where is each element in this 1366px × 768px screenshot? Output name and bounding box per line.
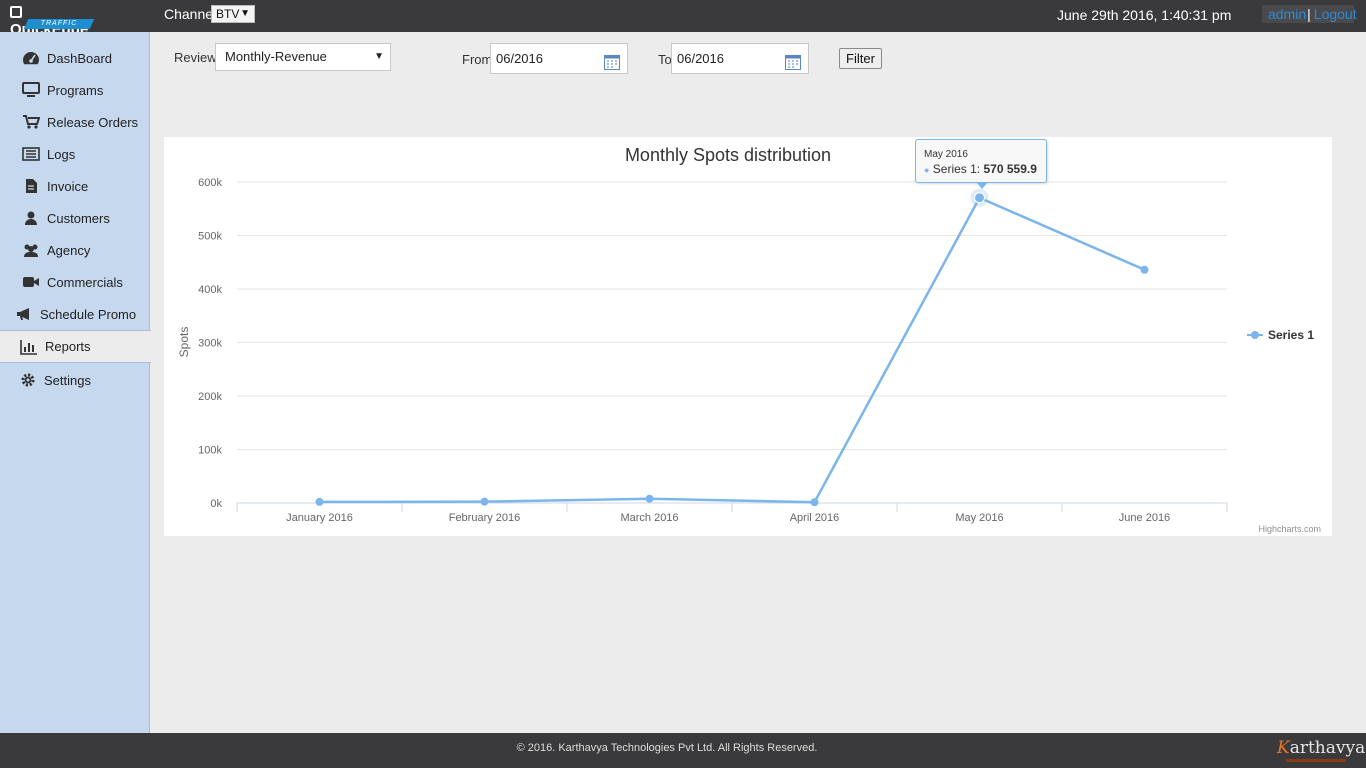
y-tick-label: 600k bbox=[198, 177, 222, 189]
user-icon bbox=[21, 210, 41, 226]
chart-title: Monthly Spots distribution bbox=[625, 145, 831, 165]
logout-link[interactable]: Logout bbox=[1314, 6, 1357, 22]
chevron-down-icon: ▼ bbox=[240, 8, 250, 19]
megaphone-icon bbox=[14, 306, 34, 322]
copyright-text: © 2016. Karthavya Technologies Pvt Ltd. … bbox=[516, 742, 818, 754]
x-tick-label: February 2016 bbox=[449, 512, 521, 524]
admin-link[interactable]: admin bbox=[1268, 6, 1306, 22]
video-camera-icon bbox=[21, 274, 41, 290]
series-line[interactable] bbox=[319, 196, 1145, 504]
x-tick-label: March 2016 bbox=[620, 512, 678, 524]
sidebar: DashBoard Programs Release Orders Logs I… bbox=[0, 32, 151, 733]
data-point[interactable] bbox=[480, 497, 489, 506]
chart-legend[interactable]: Series 1 bbox=[1247, 328, 1314, 342]
logo-subtitle: TRAFFIC bbox=[40, 20, 78, 27]
y-tick-label: 500k bbox=[198, 231, 222, 243]
y-tick-label: 400k bbox=[198, 284, 222, 296]
sidebar-item-customers[interactable]: Customers bbox=[0, 202, 150, 234]
sidebar-item-commercials[interactable]: Commercials bbox=[0, 266, 150, 298]
sidebar-item-reports[interactable]: Reports bbox=[0, 330, 151, 363]
legend-item-series-1[interactable]: Series 1 bbox=[1268, 328, 1314, 342]
sidebar-item-agency[interactable]: Agency bbox=[0, 234, 150, 266]
tooltip-value: 570 559.9 bbox=[983, 162, 1037, 176]
y-axis-label: Spots bbox=[177, 327, 191, 358]
brand-tagline-bar bbox=[1286, 759, 1346, 762]
data-point[interactable] bbox=[315, 497, 324, 506]
current-datetime: June 29th 2016, 1:40:31 pm bbox=[1057, 7, 1232, 23]
sidebar-item-logs[interactable]: Logs bbox=[0, 138, 150, 170]
logo-mark-icon bbox=[10, 6, 22, 18]
highcharts-credit[interactable]: Highcharts.com bbox=[1258, 524, 1321, 534]
data-point[interactable] bbox=[645, 494, 654, 503]
review-select[interactable]: Monthly-Revenue ▼ bbox=[215, 43, 391, 71]
tooltip-header: May 2016 bbox=[924, 149, 968, 160]
gear-icon bbox=[18, 372, 38, 388]
users-icon bbox=[21, 242, 41, 258]
from-label: From bbox=[462, 52, 493, 67]
footer: © 2016. Karthavya Technologies Pvt Ltd. … bbox=[0, 733, 1366, 768]
y-tick-label: 200k bbox=[198, 391, 222, 403]
sidebar-item-programs[interactable]: Programs bbox=[0, 74, 150, 106]
dashboard-icon bbox=[21, 50, 41, 66]
to-date-input[interactable]: 06/2016 bbox=[671, 43, 809, 74]
x-tick-label: June 2016 bbox=[1119, 512, 1170, 524]
from-date-input[interactable]: 06/2016 bbox=[490, 43, 628, 74]
filter-button[interactable]: Filter bbox=[839, 48, 882, 69]
karthavya-logo[interactable]: Karthavya bbox=[1277, 738, 1365, 758]
data-point[interactable] bbox=[974, 192, 985, 204]
cart-icon bbox=[21, 114, 41, 130]
sidebar-item-release-orders[interactable]: Release Orders bbox=[0, 106, 150, 138]
sidebar-item-invoice[interactable]: Invoice bbox=[0, 170, 150, 202]
list-icon bbox=[21, 146, 41, 162]
data-point[interactable] bbox=[810, 498, 819, 507]
bar-chart-icon bbox=[19, 339, 39, 355]
line-chart: Monthly Spots distribution Spots 0k 100k 2… bbox=[177, 145, 1321, 534]
app-logo[interactable]: QuickEdge TRAFFIC bbox=[10, 4, 100, 38]
data-point[interactable] bbox=[1140, 265, 1149, 274]
y-tick-label: 0k bbox=[210, 498, 222, 510]
chevron-down-icon: ▼ bbox=[374, 51, 384, 62]
channel-select[interactable]: BTV ▼ bbox=[211, 5, 255, 23]
channel-label: Channel bbox=[164, 6, 217, 22]
legend-marker bbox=[1251, 331, 1259, 339]
sidebar-item-schedule-promo[interactable]: Schedule Promo bbox=[0, 298, 150, 330]
to-label: To bbox=[658, 52, 672, 67]
review-label: Review bbox=[174, 50, 217, 65]
y-tick-label: 300k bbox=[198, 338, 222, 350]
chart-panel: Monthly Spots distribution Spots 0k 100k 2… bbox=[164, 137, 1332, 536]
calendar-icon[interactable] bbox=[604, 51, 620, 70]
user-links: admin| Logout bbox=[1262, 5, 1357, 23]
x-tick-label: May 2016 bbox=[955, 512, 1003, 524]
x-tick-label: April 2016 bbox=[790, 512, 840, 524]
file-icon bbox=[21, 178, 41, 194]
x-tick-label: January 2016 bbox=[286, 512, 353, 524]
chart-tooltip: May 2016 ● Series 1: 570 559.9 bbox=[915, 139, 1047, 189]
top-bar: QuickEdge TRAFFIC Channel BTV ▼ June 29t… bbox=[0, 0, 1366, 38]
calendar-icon[interactable] bbox=[785, 51, 801, 70]
sidebar-item-dashboard[interactable]: DashBoard bbox=[0, 42, 150, 74]
y-tick-label: 100k bbox=[198, 445, 222, 457]
series-dot-icon: ● bbox=[924, 165, 930, 175]
sidebar-item-settings[interactable]: Settings bbox=[0, 364, 150, 396]
tooltip-series-name: Series 1: bbox=[932, 162, 981, 176]
monitor-icon bbox=[21, 82, 41, 98]
